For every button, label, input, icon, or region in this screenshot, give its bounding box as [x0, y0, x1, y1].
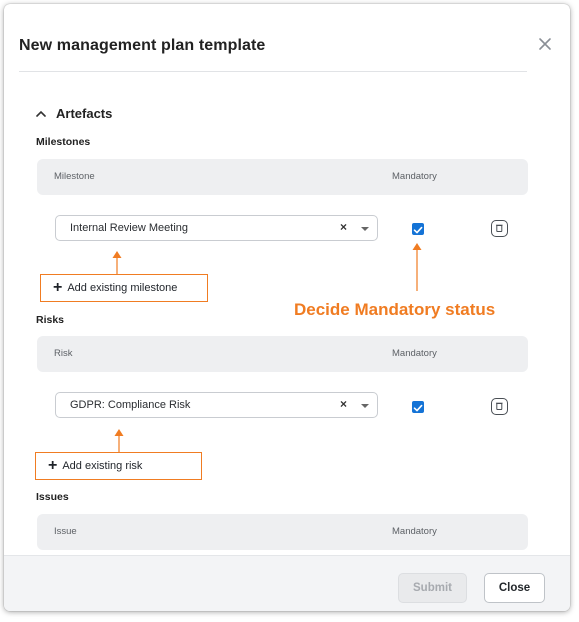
- add-risk-label: Add existing risk: [62, 460, 143, 472]
- milestone-select-value: Internal Review Meeting: [70, 222, 189, 234]
- clear-selection-icon[interactable]: ×: [340, 397, 347, 411]
- arrow-up-annotation: [112, 251, 122, 276]
- artefacts-section-toggle[interactable]: Artefacts: [36, 106, 112, 121]
- check-icon: [413, 404, 423, 412]
- column-header-issue: Issue: [54, 526, 77, 537]
- risks-label: Risks: [36, 314, 65, 326]
- chevron-down-icon[interactable]: [361, 404, 369, 408]
- trash-icon: [496, 224, 503, 232]
- column-header-mandatory: Mandatory: [392, 348, 437, 359]
- risks-table-header: Risk Mandatory: [37, 336, 528, 372]
- column-header-mandatory: Mandatory: [392, 171, 437, 182]
- issues-label: Issues: [36, 491, 69, 503]
- add-existing-risk-button[interactable]: + Add existing risk: [35, 452, 202, 480]
- plus-icon: +: [48, 457, 58, 474]
- chevron-down-icon[interactable]: [361, 227, 369, 231]
- milestones-table-header: Milestone Mandatory: [37, 159, 528, 195]
- add-milestone-label: Add existing milestone: [67, 282, 178, 294]
- arrow-up-annotation-mandatory: [412, 243, 422, 291]
- risk-mandatory-checkbox[interactable]: [412, 401, 424, 413]
- delete-risk-button[interactable]: [491, 398, 508, 415]
- add-existing-milestone-button[interactable]: + Add existing milestone: [40, 274, 208, 302]
- submit-button[interactable]: Submit: [398, 573, 467, 603]
- risk-select-value: GDPR: Compliance Risk: [70, 399, 191, 411]
- plus-icon: +: [53, 279, 63, 296]
- column-header-mandatory: Mandatory: [392, 526, 437, 537]
- trash-icon: [496, 402, 503, 410]
- risk-select[interactable]: GDPR: Compliance Risk ×: [55, 392, 378, 418]
- milestone-mandatory-checkbox[interactable]: [412, 223, 424, 235]
- chevron-up-icon: [36, 110, 46, 117]
- issues-table-header: Issue Mandatory: [37, 514, 528, 550]
- delete-milestone-button[interactable]: [491, 220, 508, 237]
- close-button[interactable]: Close: [484, 573, 545, 603]
- close-icon[interactable]: [536, 35, 554, 53]
- milestone-select[interactable]: Internal Review Meeting ×: [55, 215, 378, 241]
- column-header-milestone: Milestone: [54, 171, 95, 182]
- clear-selection-icon[interactable]: ×: [340, 220, 347, 234]
- milestones-label: Milestones: [36, 136, 91, 148]
- title-divider: [19, 71, 527, 72]
- dialog-title: New management plan template: [19, 37, 266, 54]
- column-header-risk: Risk: [54, 348, 73, 359]
- arrow-up-annotation: [114, 429, 124, 454]
- mandatory-callout: Decide Mandatory status: [294, 300, 496, 319]
- section-label: Artefacts: [56, 106, 113, 121]
- dialog-footer: Submit Close: [4, 555, 570, 611]
- new-template-dialog: New management plan template Artefacts M…: [4, 4, 570, 611]
- check-icon: [413, 226, 423, 234]
